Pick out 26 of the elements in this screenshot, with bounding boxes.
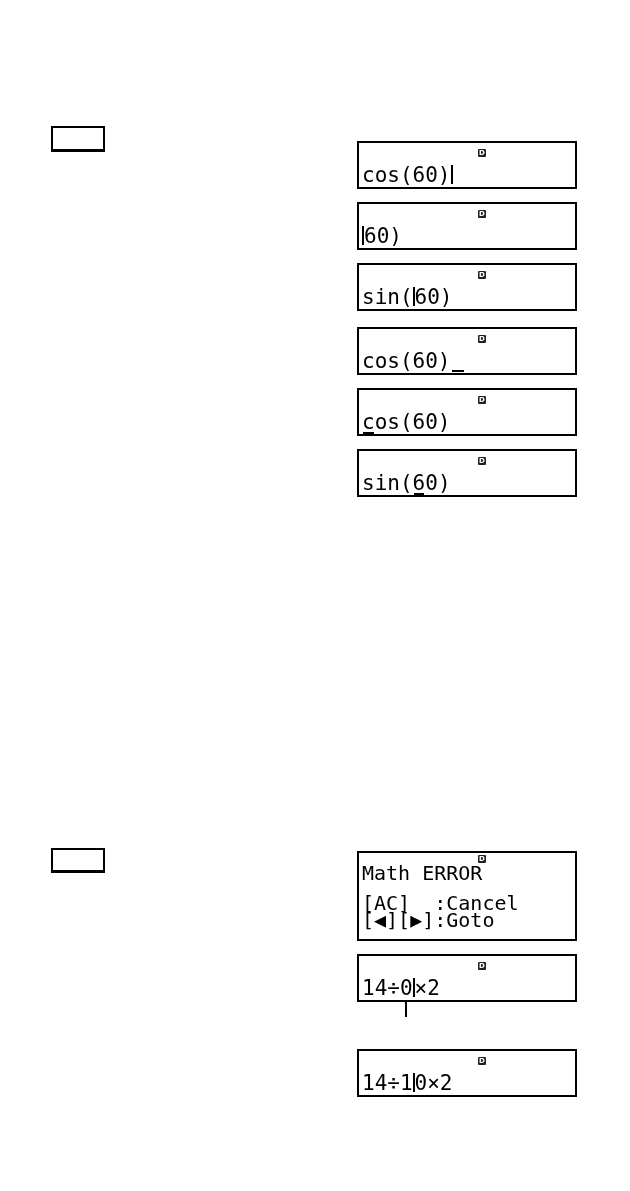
lcd-digit: 0	[399, 976, 413, 1000]
lcd-text: 0)	[425, 471, 451, 495]
empty-frame	[51, 848, 105, 873]
text-cursor-icon	[362, 226, 364, 245]
lcd-text: cos(60)	[362, 349, 451, 373]
text-cursor-icon	[412, 1073, 415, 1092]
lcd-text: [AC] :Cancel	[362, 895, 520, 912]
lcd-text: os(60)	[374, 410, 451, 434]
text-cursor-icon	[412, 287, 415, 306]
error-message: Math ERROR	[362, 863, 484, 883]
lcd-text: 0×2	[414, 1071, 453, 1095]
lcd-text: cos(60)	[362, 163, 451, 187]
lcd-text: 14÷	[362, 976, 400, 1000]
text-cursor-icon	[412, 978, 415, 997]
lcd-text: sin(	[362, 471, 413, 495]
lcd-text: 60)	[414, 285, 453, 309]
lcd-text: c	[362, 414, 375, 431]
lcd-text: sin(	[362, 285, 413, 309]
underline-cursor-icon	[451, 370, 464, 372]
lcd-text: [◀][▶]:Goto	[362, 912, 495, 929]
text-cursor-icon	[450, 165, 453, 184]
lcd-text: ×2	[414, 976, 440, 1000]
lcd-text: 14÷1	[362, 1071, 413, 1095]
lcd-text: 6	[412, 475, 426, 492]
lcd-text: 60)	[364, 224, 402, 248]
empty-frame	[51, 126, 105, 152]
